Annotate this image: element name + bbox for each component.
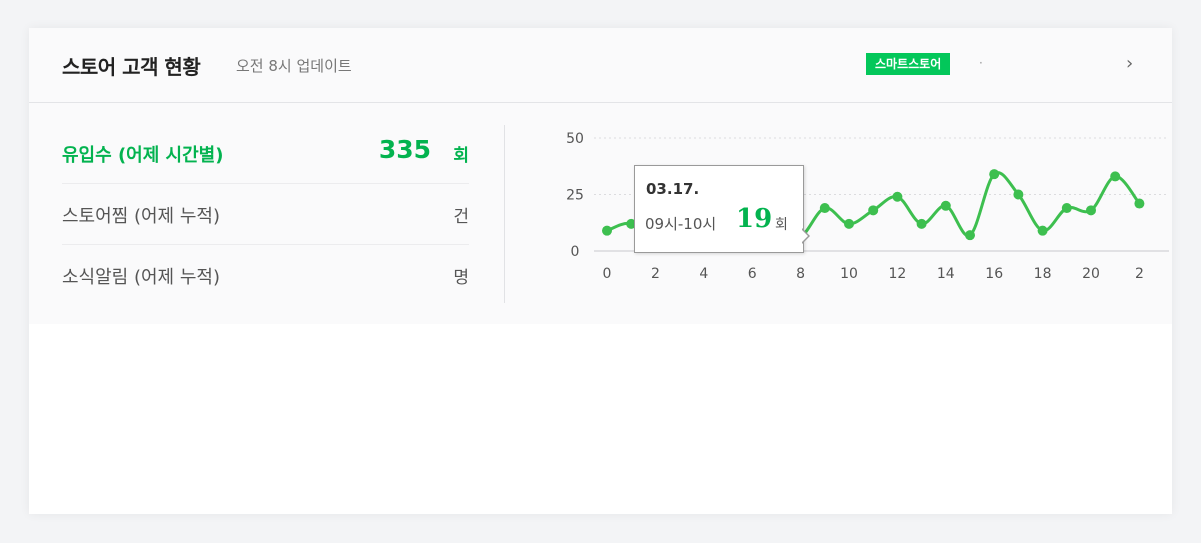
x-tick-label: 6 [748, 266, 757, 282]
vertical-divider [504, 125, 505, 303]
metric-unit: 건 [453, 207, 469, 227]
metric-notifications[interactable]: 소식알림 (어제 누적) 명 [62, 245, 469, 305]
y-tick-label: 25 [566, 188, 584, 204]
y-tick-label: 0 [571, 244, 580, 260]
metric-visits[interactable]: 유입수 (어제 시간별) 335 회 [62, 123, 469, 184]
tooltip-hour-range: 09시-10시 [645, 215, 717, 233]
update-time-text: 오전 8시 업데이트 [236, 57, 352, 75]
x-tick-label: 2 [1135, 266, 1144, 282]
card-title: 스토어 고객 현황 [62, 55, 201, 79]
tooltip-date: 03.17. [646, 180, 700, 198]
data-point [1086, 205, 1096, 216]
data-point [940, 200, 951, 211]
metric-value: 335 [378, 135, 431, 164]
x-tick-label: 8 [796, 266, 805, 282]
smartstore-badge: 스마트스토어 [866, 53, 951, 75]
data-point [892, 191, 903, 202]
card-body: 유입수 (어제 시간별) 335 회 스토어찜 (어제 누적) 건 소식알림 (… [29, 103, 1172, 324]
metric-unit: 회 [453, 146, 469, 166]
data-point [1061, 203, 1072, 214]
x-tick-label: 4 [699, 266, 708, 282]
x-tick-label: 18 [1034, 266, 1052, 282]
x-tick-label: 2 [651, 266, 660, 282]
chart-tooltip: 03.17. 09시-10시 19 회 [634, 165, 804, 253]
card-header[interactable]: 스토어 고객 현황 오전 8시 업데이트 스마트스토어 · › [29, 28, 1172, 103]
x-tick-label: 20 [1082, 266, 1100, 282]
data-point [989, 169, 1000, 180]
x-tick-label: 10 [840, 266, 858, 282]
data-point [819, 203, 830, 214]
metric-label: 스토어찜 (어제 누적) [62, 206, 220, 227]
badge-separator: · [979, 56, 983, 70]
x-tick-label: 14 [937, 266, 955, 282]
data-point [1013, 189, 1024, 200]
x-tick-label: 0 [603, 266, 612, 282]
y-tick-label: 50 [566, 131, 584, 147]
tooltip-value: 19 [736, 204, 773, 234]
metric-label: 소식알림 (어제 누적) [62, 267, 220, 288]
data-point [916, 218, 927, 229]
x-tick-label: 12 [888, 266, 906, 282]
data-point [1134, 198, 1145, 209]
data-point [965, 230, 975, 241]
data-point [844, 218, 854, 229]
metric-label: 유입수 (어제 시간별) [62, 145, 224, 166]
tooltip-arrow-inner [801, 229, 808, 243]
data-point [868, 205, 879, 216]
metric-store-favorites[interactable]: 스토어찜 (어제 누적) 건 [62, 184, 469, 245]
chevron-right-icon[interactable]: › [1126, 53, 1133, 74]
store-customer-card: 스토어 고객 현황 오전 8시 업데이트 스마트스토어 · › 유입수 (어제 … [29, 28, 1172, 514]
x-tick-label: 16 [985, 266, 1003, 282]
data-point [1037, 225, 1048, 236]
tooltip-unit: 회 [775, 217, 788, 233]
data-point [602, 225, 612, 236]
metric-unit: 명 [453, 268, 469, 288]
metrics-list: 유입수 (어제 시간별) 335 회 스토어찜 (어제 누적) 건 소식알림 (… [62, 123, 469, 305]
data-point [1110, 171, 1121, 182]
